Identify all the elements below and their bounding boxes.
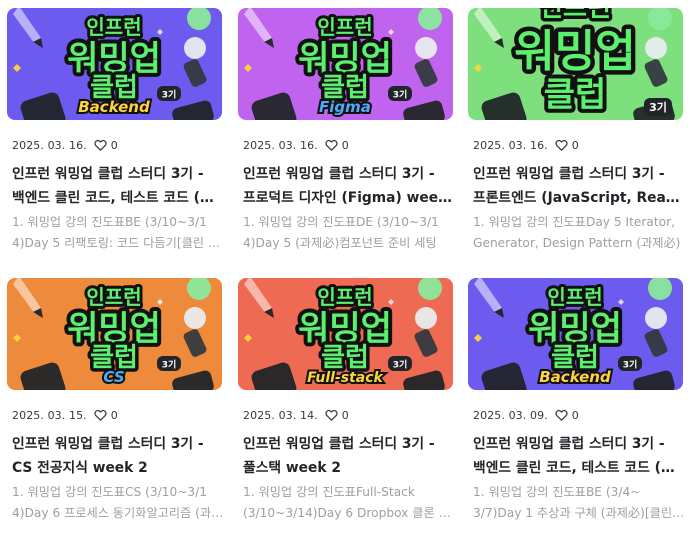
thumb-title-line3: 클럽 [321, 343, 369, 373]
like-count: 0 [110, 408, 118, 422]
post-title-line2: CS 전공지식 week 2 [12, 460, 148, 476]
post-title-line1: 인프런 워밍업 클럽 스터디 3기 - [12, 166, 204, 182]
post-excerpt-line2: 3/7)Day 1 추상과 구체 (과제必)[클린 코드] [473, 506, 685, 520]
post-excerpt: 1. 워밍업 강의 진도표BE (3/4~ 3/7)Day 1 추상과 구체 (… [473, 482, 685, 524]
post-excerpt-line1: 1. 워밍업 강의 진도표CS (3/10~3/1 [12, 485, 208, 499]
post-thumbnail[interactable]: 인프런 워밍업 클럽 3기 Backend [468, 278, 683, 390]
badge-label: 3기 [162, 359, 177, 371]
heart-icon[interactable] [555, 139, 568, 151]
post-meta: 2025. 03. 15. 0 [12, 407, 118, 423]
post-thumbnail[interactable]: 인프런 워밍업 클럽 3기 CS [7, 278, 222, 390]
post-card[interactable]: 인프런 워밍업 클럽 3기 Full-stack 2025. 03. 14. 0… [238, 278, 455, 528]
post-date: 2025. 03. 16. [243, 138, 318, 152]
post-card[interactable]: 인프런 워밍업 클럽 3기 Backend 2025. 03. 16. 0 인프… [7, 8, 224, 258]
post-card[interactable]: 인프런 워밍업 클럽 3기 Backend 2025. 03. 09. 0 인프… [468, 278, 685, 528]
badge-label: 3기 [393, 89, 408, 101]
post-title[interactable]: 인프런 워밍업 클럽 스터디 3기 - 백엔드 클린 코드, 테스트 코드 (R… [473, 432, 685, 480]
post-meta: 2025. 03. 09. 0 [473, 407, 579, 423]
generation-badge: 3기 [388, 356, 412, 371]
heart-icon[interactable] [555, 409, 568, 421]
track-label: Figma [319, 98, 371, 116]
like-count: 0 [571, 138, 579, 152]
post-excerpt-line2: 4)Day 5 리팩토링: 코드 다듬기[클린 코드] [12, 236, 224, 250]
post-excerpt-line1: 1. 워밍업 강의 진도표Day 5 Iterator, [473, 215, 675, 229]
post-thumbnail[interactable]: 인프런 워밍업 클럽 3기 [468, 8, 683, 120]
post-date: 2025. 03. 16. [473, 138, 548, 152]
generation-badge: 3기 [388, 86, 412, 101]
post-date: 2025. 03. 16. [12, 138, 87, 152]
post-title-line2: 프로덕트 디자인 (Figma) week 3 [243, 190, 455, 206]
post-meta: 2025. 03. 16. 0 [243, 137, 349, 153]
post-title[interactable]: 인프런 워밍업 클럽 스터디 3기 - 풀스택 week 2 [243, 432, 455, 480]
post-thumbnail[interactable]: 인프런 워밍업 클럽 3기 Full-stack [238, 278, 453, 390]
thumb-title-line1: 인프런 [539, 8, 611, 23]
heart-icon[interactable] [325, 139, 338, 151]
generation-badge: 3기 [157, 86, 181, 101]
thumb-title-line1: 인프런 [86, 285, 141, 309]
generation-badge: 3기 [157, 356, 181, 371]
post-excerpt-line2: 4)Day 5 (과제必)컴포넌트 준비 세팅 [243, 236, 437, 250]
post-card[interactable]: 인프런 워밍업 클럽 3기 CS 2025. 03. 15. 0 인프런 워밍업… [7, 278, 224, 528]
post-title-line2: 백엔드 클린 코드, 테스트 코드 (Readable Code) week 2 [473, 460, 685, 476]
post-excerpt-line2: (3/10~3/14)Day 6 Dropbox 클론 코딩 [243, 506, 455, 520]
track-label: Backend [539, 368, 611, 386]
post-card[interactable]: 인프런 워밍업 클럽 3기 2025. 03. 16. 0 인프런 워밍업 클럽… [468, 8, 685, 258]
track-label: Backend [78, 98, 150, 116]
like-count: 0 [110, 138, 118, 152]
post-excerpt-line2: 4)Day 6 프로세스 동기화알고리즘 (과제必) [12, 506, 224, 520]
post-title-line1: 인프런 워밍업 클럽 스터디 3기 - [473, 436, 665, 452]
heart-icon[interactable] [94, 409, 107, 421]
badge-label: 3기 [623, 359, 638, 371]
badge-label: 3기 [162, 89, 177, 101]
post-excerpt-line1: 1. 워밍업 강의 진도표DE (3/10~3/1 [243, 215, 439, 229]
heart-icon[interactable] [94, 139, 107, 151]
thumb-title-line3: 클럽 [544, 75, 607, 115]
thumb-title-line1: 인프런 [86, 15, 141, 39]
post-date: 2025. 03. 15. [12, 408, 87, 422]
thumb-title-line1: 인프런 [317, 15, 372, 39]
post-title[interactable]: 인프런 워밍업 클럽 스터디 3기 - 프론트엔드 (JavaScript, R… [473, 162, 685, 210]
post-date: 2025. 03. 09. [473, 408, 548, 422]
track-label: CS [103, 368, 124, 386]
post-meta: 2025. 03. 16. 0 [12, 137, 118, 153]
thumb-title-line1: 인프런 [317, 285, 372, 309]
post-title-line1: 인프런 워밍업 클럽 스터디 3기 - [243, 436, 435, 452]
post-title[interactable]: 인프런 워밍업 클럽 스터디 3기 - 프로덕트 디자인 (Figma) wee… [243, 162, 455, 210]
post-excerpt-line1: 1. 워밍업 강의 진도표Full-Stack [243, 485, 415, 499]
post-thumbnail[interactable]: 인프런 워밍업 클럽 3기 Figma [238, 8, 453, 120]
post-excerpt: 1. 워밍업 강의 진도표Full-Stack (3/10~3/14)Day 6… [243, 482, 455, 524]
post-title-line1: 인프런 워밍업 클럽 스터디 3기 - [243, 166, 435, 182]
generation-badge: 3기 [618, 356, 642, 371]
post-excerpt-line1: 1. 워밍업 강의 진도표BE (3/10~3/1 [12, 215, 207, 229]
post-title[interactable]: 인프런 워밍업 클럽 스터디 3기 - CS 전공지식 week 2 [12, 432, 224, 480]
post-date: 2025. 03. 14. [243, 408, 318, 422]
badge-label: 3기 [393, 359, 408, 371]
post-excerpt-line1: 1. 워밍업 강의 진도표BE (3/4~ [473, 485, 641, 499]
post-excerpt: 1. 워밍업 강의 진도표CS (3/10~3/1 4)Day 6 프로세스 동… [12, 482, 224, 524]
post-card[interactable]: 인프런 워밍업 클럽 3기 Figma 2025. 03. 16. 0 인프런 … [238, 8, 455, 258]
post-excerpt: 1. 워밍업 강의 진도표DE (3/10~3/1 4)Day 5 (과제必)컴… [243, 212, 455, 254]
thumb-title-line2: 워밍업 [514, 26, 635, 77]
post-title[interactable]: 인프런 워밍업 클럽 스터디 3기 - 백엔드 클린 코드, 테스트 코드 (R… [12, 162, 224, 210]
post-title-line1: 인프런 워밍업 클럽 스터디 3기 - [473, 166, 665, 182]
thumb-title-line1: 인프런 [547, 285, 602, 309]
track-label: Full-stack [307, 370, 384, 386]
post-title-line2: 풀스택 week 2 [243, 460, 341, 476]
post-excerpt: 1. 워밍업 강의 진도표BE (3/10~3/1 4)Day 5 리팩토링: … [12, 212, 224, 254]
like-count: 0 [571, 408, 579, 422]
generation-badge: 3기 [644, 98, 672, 116]
post-meta: 2025. 03. 14. 0 [243, 407, 349, 423]
post-title-line2: 백엔드 클린 코드, 테스트 코드 (Readable Code) week 3 [12, 190, 224, 206]
like-count: 0 [341, 408, 349, 422]
post-title-line2: 프론트엔드 (JavaScript, React) week 3 [473, 190, 685, 206]
post-excerpt: 1. 워밍업 강의 진도표Day 5 Iterator, Generator, … [473, 212, 685, 254]
badge-label: 3기 [649, 100, 667, 114]
post-thumbnail[interactable]: 인프런 워밍업 클럽 3기 Backend [7, 8, 222, 120]
heart-icon[interactable] [325, 409, 338, 421]
post-title-line1: 인프런 워밍업 클럽 스터디 3기 - [12, 436, 204, 452]
post-excerpt-line2: Generator, Design Pattern (과제必) [473, 236, 681, 250]
post-meta: 2025. 03. 16. 0 [473, 137, 579, 153]
like-count: 0 [341, 138, 349, 152]
